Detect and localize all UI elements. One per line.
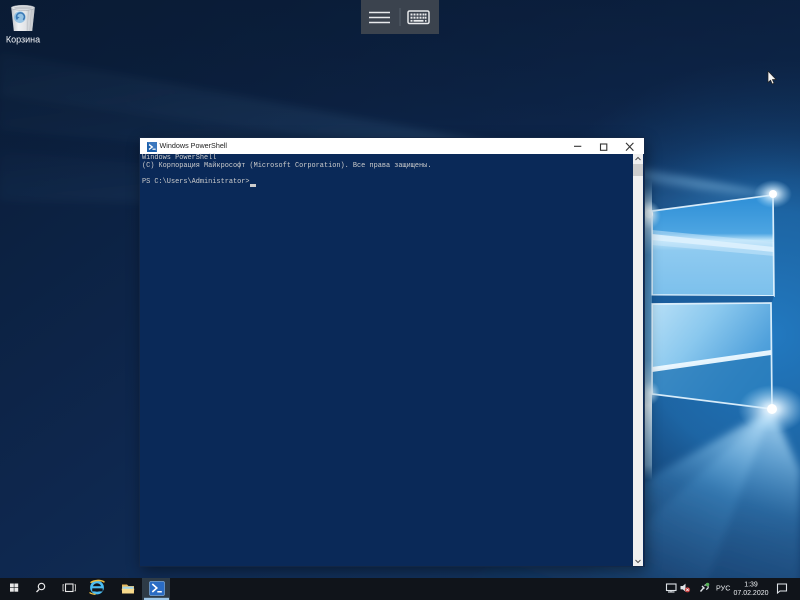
svg-text:Корзина: Корзина <box>6 35 40 45</box>
svg-text:РУС: РУС <box>716 584 730 593</box>
svg-text:07.02.2020: 07.02.2020 <box>733 590 768 597</box>
svg-text:1:39: 1:39 <box>744 582 758 589</box>
